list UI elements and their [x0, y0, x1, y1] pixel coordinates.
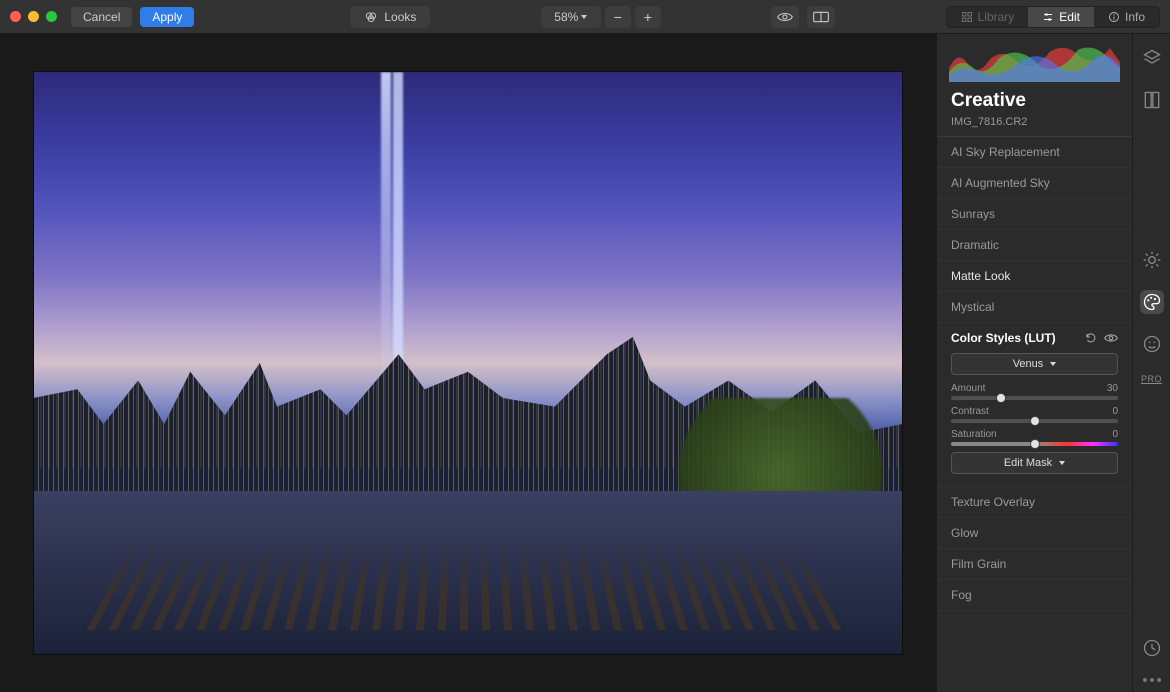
slider-contrast[interactable]: Contrast 0 — [951, 406, 1118, 423]
close-window-dot[interactable] — [10, 11, 21, 22]
slider-saturation-value: 0 — [1112, 429, 1118, 440]
reset-section-button[interactable] — [1084, 331, 1098, 345]
tool-ai-sky-replacement[interactable]: AI Sky Replacement — [937, 137, 1132, 168]
slider-contrast-value: 0 — [1112, 406, 1118, 417]
edit-panel: Creative IMG_7816.CR2 AI Sky Replacement… — [936, 34, 1132, 692]
tool-matte-look[interactable]: Matte Look — [937, 261, 1132, 292]
tool-mystical[interactable]: Mystical — [937, 292, 1132, 323]
rail-history-button[interactable] — [1140, 636, 1164, 660]
chevron-down-icon — [1050, 362, 1056, 366]
clock-icon — [1142, 638, 1162, 658]
rail-canvas-button[interactable] — [1140, 88, 1164, 112]
histogram[interactable] — [949, 38, 1120, 82]
panel-title: Creative — [937, 88, 1132, 116]
compare-icon — [813, 11, 829, 23]
filename-label: IMG_7816.CR2 — [937, 116, 1132, 137]
photo-preview — [34, 72, 902, 654]
eye-icon — [1104, 333, 1118, 343]
tab-library-label: Library — [978, 10, 1015, 24]
slider-contrast-thumb[interactable] — [1030, 416, 1040, 426]
slider-saturation-label: Saturation — [951, 429, 997, 440]
histogram-graph — [949, 38, 1120, 82]
slider-amount[interactable]: Amount 30 — [951, 383, 1118, 400]
canvas-icon — [1142, 90, 1162, 110]
layers-icon — [1142, 48, 1162, 68]
tool-category-rail: PRO — [1132, 34, 1170, 692]
preview-toggle-button[interactable] — [771, 6, 799, 28]
looks-button[interactable]: Looks — [350, 6, 430, 28]
apply-button[interactable]: Apply — [140, 7, 194, 27]
compare-toggle-button[interactable] — [807, 6, 835, 28]
tool-sunrays[interactable]: Sunrays — [937, 199, 1132, 230]
slider-amount-value: 30 — [1107, 383, 1118, 394]
zoom-out-button[interactable]: − — [605, 6, 631, 28]
tab-edit-label: Edit — [1059, 10, 1080, 24]
edit-mask-label: Edit Mask — [1004, 457, 1052, 469]
tab-library[interactable]: Library — [947, 7, 1029, 27]
window-traffic-lights[interactable] — [10, 11, 57, 22]
slider-saturation[interactable]: Saturation 0 — [951, 429, 1118, 446]
sun-icon — [1142, 250, 1162, 270]
tool-dramatic[interactable]: Dramatic — [937, 230, 1132, 261]
rail-more-button[interactable] — [1143, 678, 1161, 682]
cancel-button[interactable]: Cancel — [71, 7, 132, 27]
section-title: Color Styles (LUT) — [951, 331, 1056, 345]
zoom-in-button[interactable]: + — [635, 6, 661, 28]
chevron-down-icon — [581, 15, 587, 19]
slider-saturation-thumb[interactable] — [1030, 439, 1040, 449]
tool-film-grain[interactable]: Film Grain — [937, 549, 1132, 580]
rail-essentials-button[interactable] — [1140, 248, 1164, 272]
section-color-styles-lut: Color Styles (LUT) Venus — [937, 323, 1132, 487]
tab-info[interactable]: Info — [1094, 7, 1159, 27]
slider-contrast-label: Contrast — [951, 406, 989, 417]
rail-creative-button[interactable] — [1140, 290, 1164, 314]
minimize-window-dot[interactable] — [28, 11, 39, 22]
eye-icon — [777, 11, 793, 23]
lut-preset-label: Venus — [1013, 358, 1044, 370]
toggle-visibility-button[interactable] — [1104, 331, 1118, 345]
edit-mask-button[interactable]: Edit Mask — [951, 452, 1118, 474]
canvas-area[interactable] — [0, 34, 936, 692]
zoom-value: 58% — [554, 10, 578, 24]
rail-layers-button[interactable] — [1140, 46, 1164, 70]
looks-label: Looks — [384, 10, 416, 24]
tool-texture-overlay[interactable]: Texture Overlay — [937, 487, 1132, 518]
face-icon — [1142, 334, 1162, 354]
zoom-level-dropdown[interactable]: 58% — [541, 6, 601, 28]
rail-portrait-button[interactable] — [1140, 332, 1164, 356]
tool-ai-augmented-sky[interactable]: AI Augmented Sky — [937, 168, 1132, 199]
tab-info-label: Info — [1125, 10, 1145, 24]
rail-pro-button[interactable]: PRO — [1141, 374, 1162, 384]
slider-amount-thumb[interactable] — [996, 393, 1006, 403]
undo-icon — [1085, 332, 1097, 344]
tab-edit[interactable]: Edit — [1028, 7, 1094, 27]
tool-glow[interactable]: Glow — [937, 518, 1132, 549]
lut-preset-dropdown[interactable]: Venus — [951, 353, 1118, 375]
tool-fog[interactable]: Fog — [937, 580, 1132, 611]
slider-amount-label: Amount — [951, 383, 985, 394]
chevron-down-icon — [1059, 461, 1065, 465]
palette-icon — [1142, 292, 1162, 312]
sliders-icon — [1042, 11, 1054, 23]
looks-icon — [364, 10, 378, 24]
view-mode-segmented[interactable]: Library Edit Info — [946, 6, 1160, 28]
info-icon — [1108, 11, 1120, 23]
library-icon — [961, 11, 973, 23]
maximize-window-dot[interactable] — [46, 11, 57, 22]
